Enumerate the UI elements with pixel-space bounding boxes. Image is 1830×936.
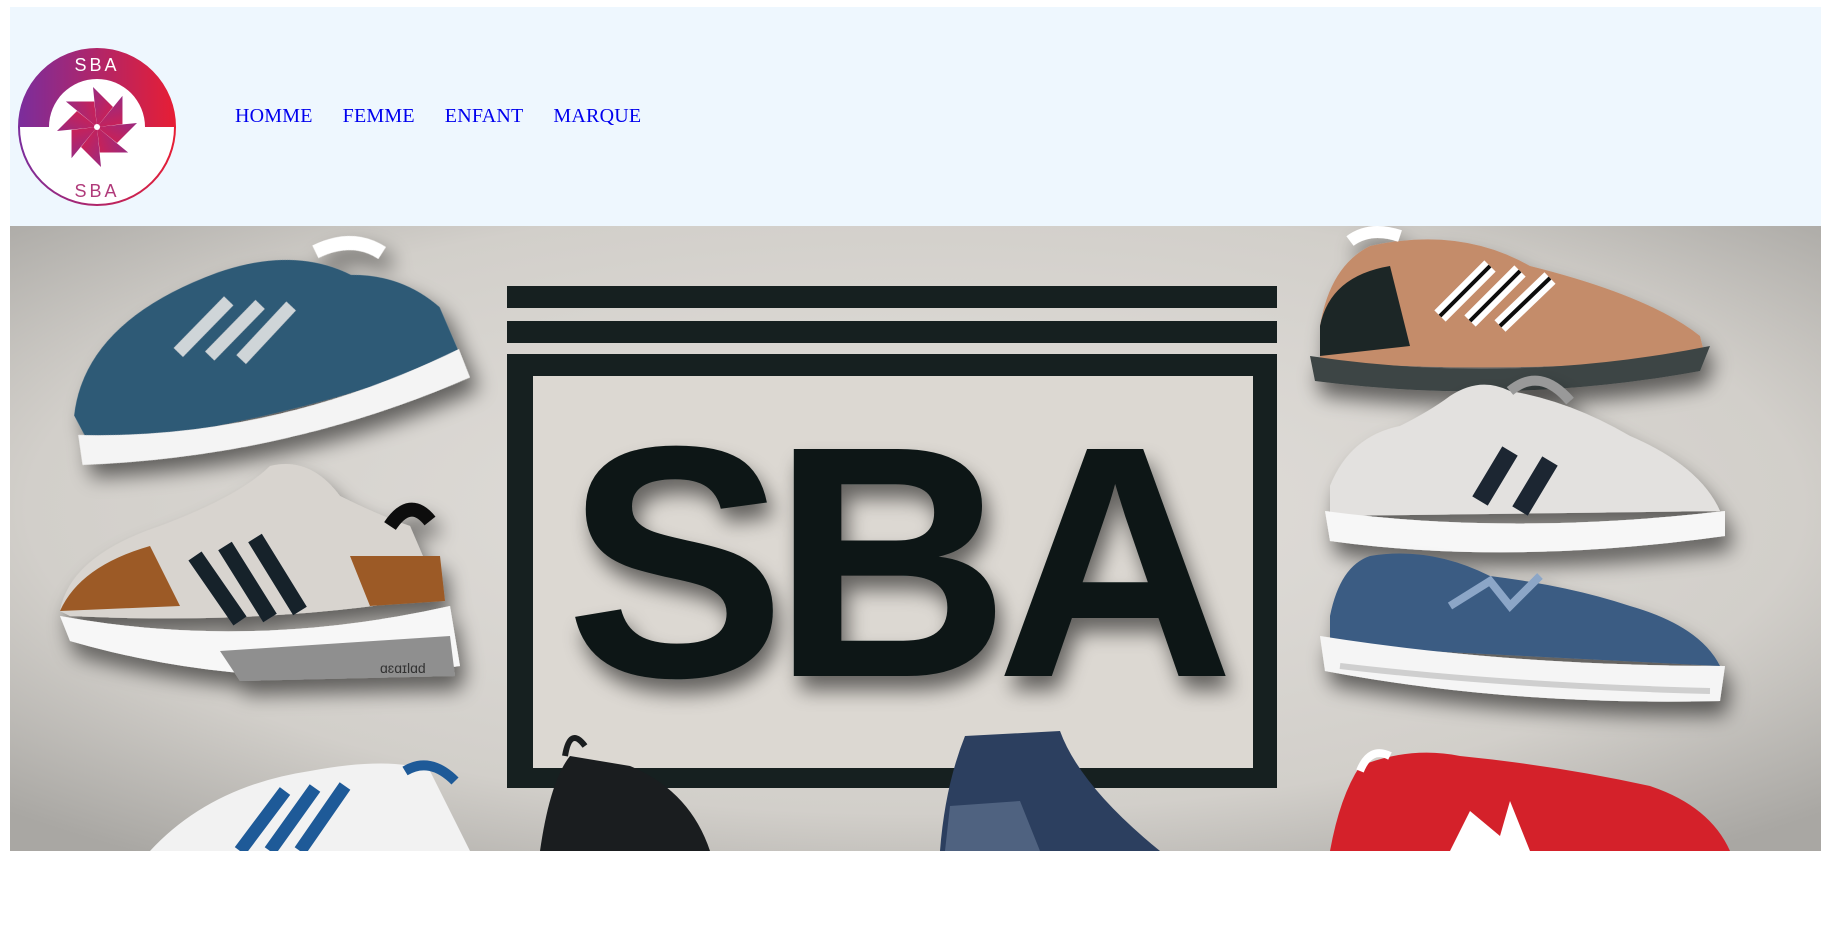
hero-brand-text: SBA [566, 377, 1228, 746]
logo-bottom-text: SBA [74, 181, 119, 201]
nav-link-enfant[interactable]: ENFANT [445, 105, 524, 128]
hero-image: SBA ɑɛɑɪlɑd [10, 226, 1821, 851]
site-logo[interactable]: SBA SBA [17, 47, 177, 207]
nav-link-homme[interactable]: HOMME [235, 105, 313, 128]
nav-link-marque[interactable]: MARQUE [553, 105, 641, 128]
logo-top-text: SBA [74, 55, 119, 75]
nav-link-femme[interactable]: FEMME [343, 105, 415, 128]
hero-sign: SBA [507, 286, 1277, 788]
main-nav: HOMME FEMME ENFANT MARQUE [235, 105, 641, 128]
hero-banner: SBA ɑɛɑɪlɑd [10, 226, 1821, 851]
shoe-label-text: ɑɛɑɪlɑd [380, 660, 426, 676]
site-header: SBA SBA HOMME FEMME ENFANT MARQUE [10, 7, 1821, 226]
page: SBA SBA HOMME FEMME ENFANT MARQUE SBA ɑɛ… [0, 0, 1830, 936]
logo-graphic: SBA SBA [18, 48, 176, 206]
